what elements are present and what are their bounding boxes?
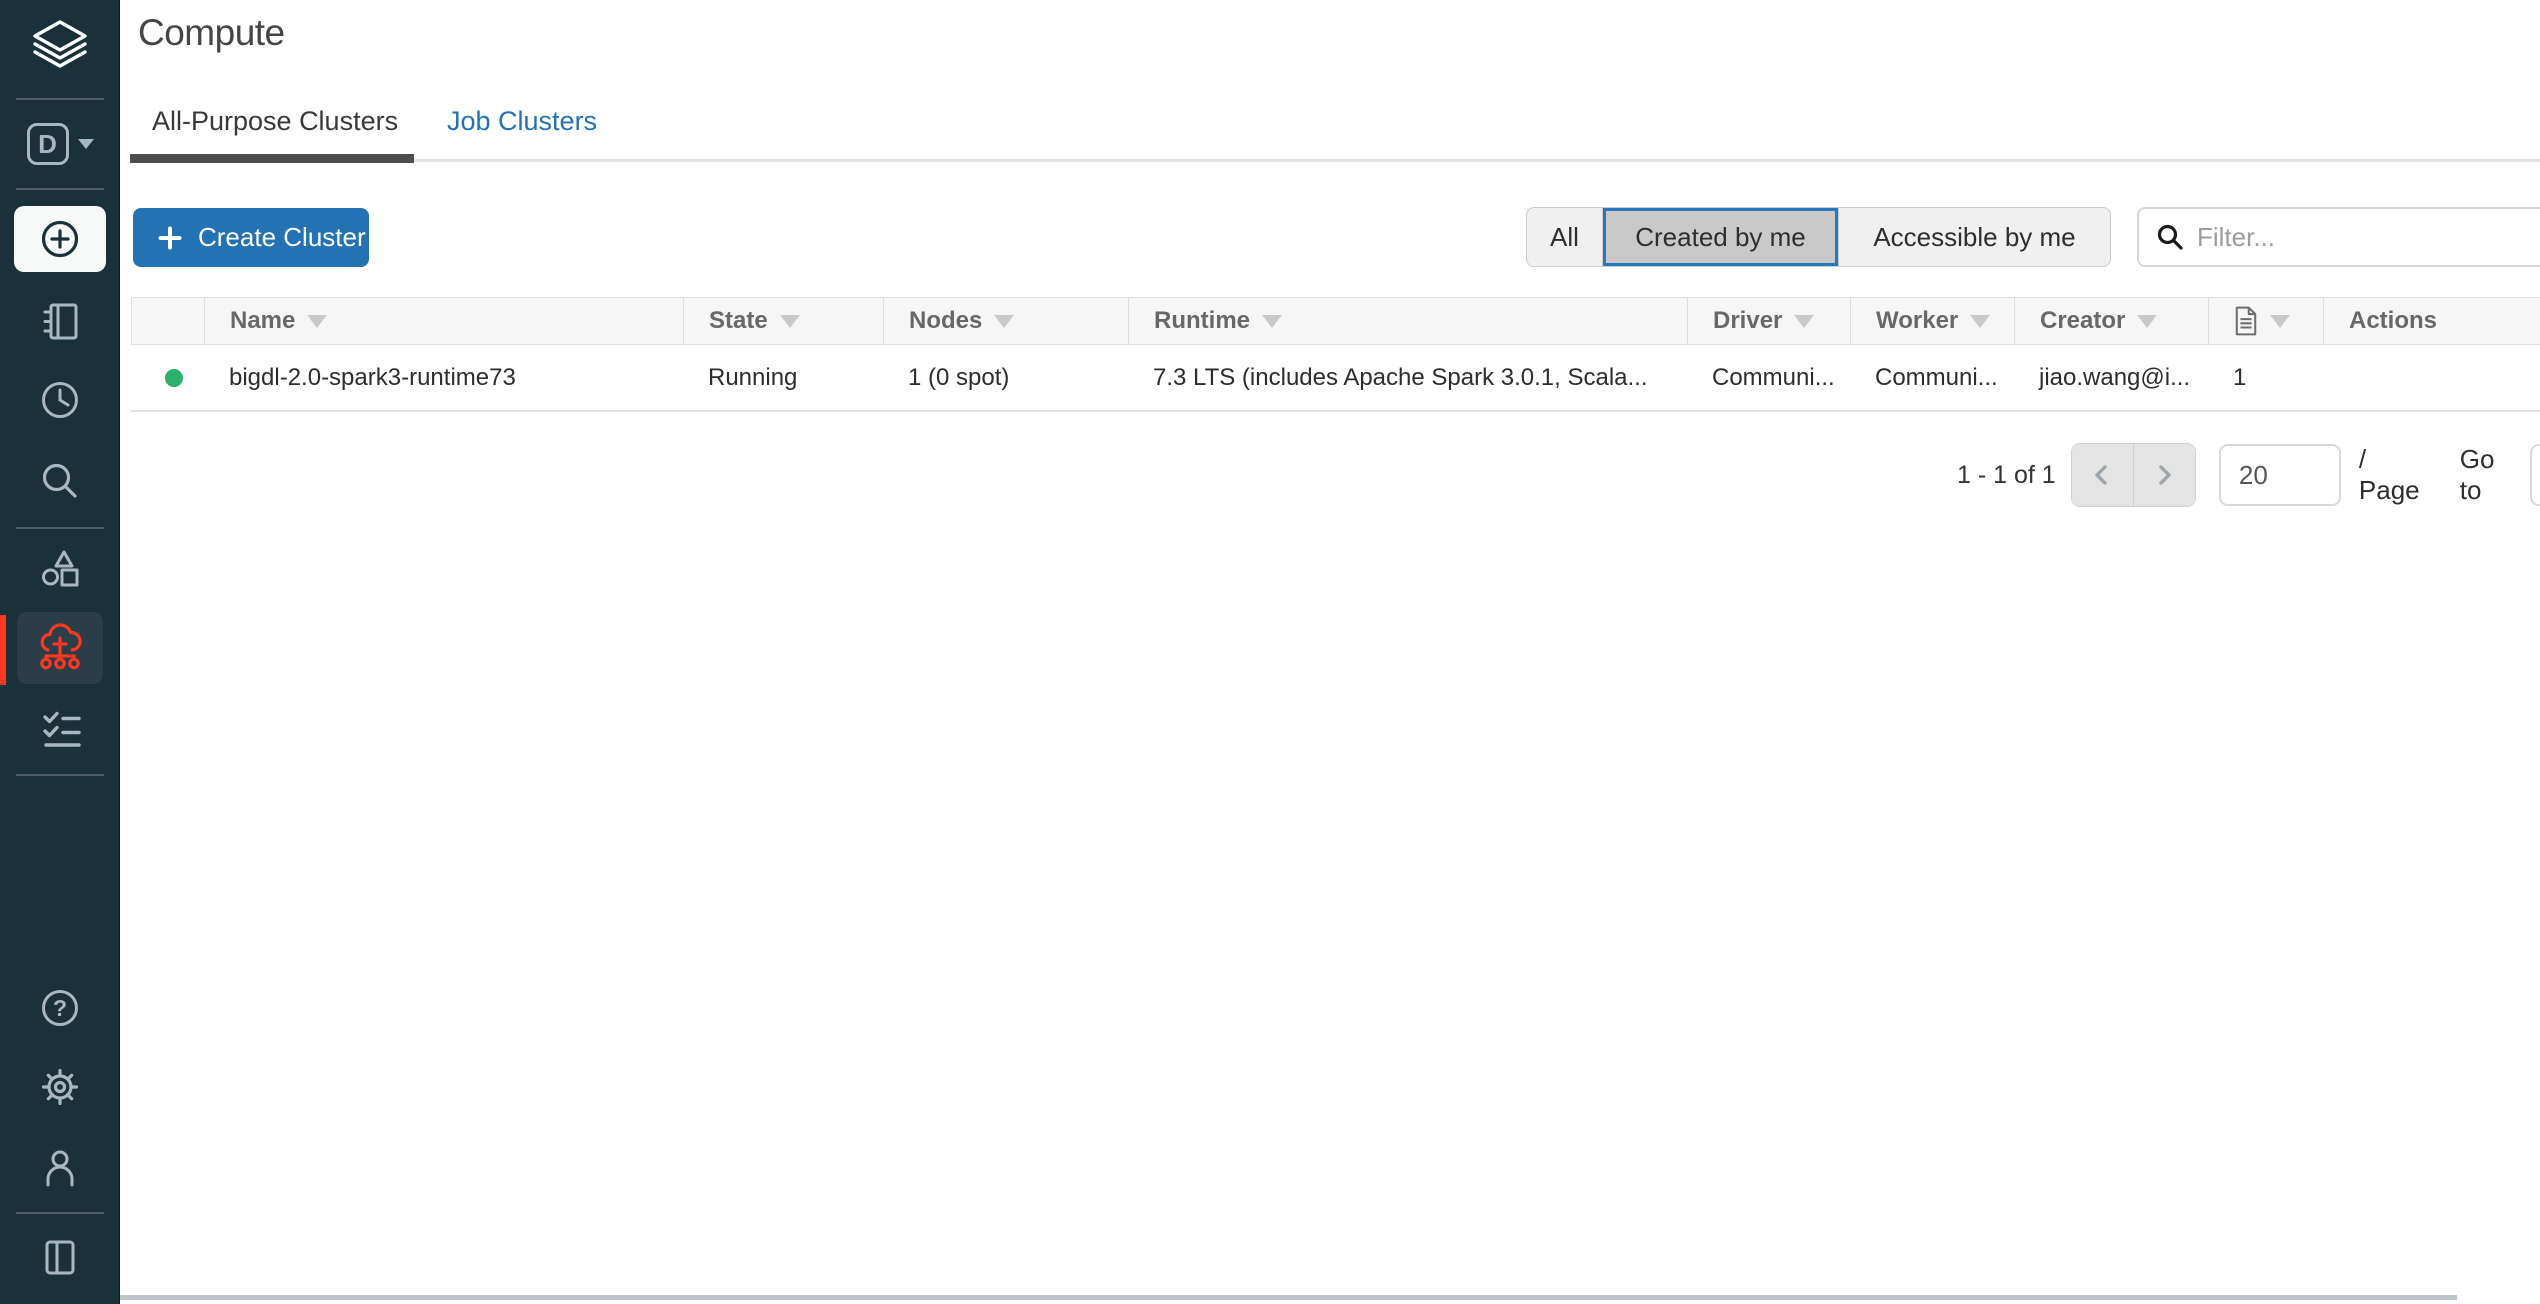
cluster-filter-group: All Created by me Accessible by me (1526, 207, 2111, 267)
filter-search-box (2137, 207, 2540, 267)
sidebar-item-recents[interactable] (0, 378, 120, 422)
goto-page-label: Go to (2460, 444, 2517, 506)
page-title: Compute (138, 12, 285, 54)
plus-icon (157, 225, 183, 251)
sort-caret-icon (780, 315, 800, 328)
sort-caret-icon (1262, 315, 1282, 328)
sidebar-item-create[interactable] (14, 206, 106, 272)
sort-caret-icon (2270, 315, 2290, 328)
cell-actions (2323, 346, 2540, 410)
workspace-icon (38, 299, 82, 343)
cell-runtime: 7.3 LTS (includes Apache Spark 3.0.1, Sc… (1128, 346, 1687, 410)
cell-cluster-name[interactable]: bigdl-2.0-spark3-runtime73 (204, 346, 683, 410)
databricks-logo-icon (30, 18, 90, 74)
compute-icon (34, 623, 86, 673)
cell-state: Running (683, 346, 883, 410)
sidebar-item-workspace[interactable] (0, 299, 120, 343)
sort-caret-icon (994, 315, 1014, 328)
cell-nodes: 1 (0 spot) (883, 346, 1128, 410)
chevron-down-icon (78, 139, 94, 149)
active-item-indicator (0, 615, 6, 685)
column-state[interactable]: State (683, 298, 883, 344)
data-icon (38, 548, 82, 592)
table-row[interactable]: bigdl-2.0-spark3-runtime73 Running 1 (0 … (131, 346, 2540, 412)
sort-caret-icon (307, 315, 327, 328)
sidebar-item-help[interactable]: ? (0, 986, 120, 1030)
filter-input[interactable] (2197, 222, 2497, 253)
column-nodes[interactable]: Nodes (883, 298, 1128, 344)
cell-worker: Communi... (1850, 346, 2014, 410)
sidebar-item-settings[interactable] (0, 1065, 120, 1109)
sort-caret-icon (1970, 315, 1990, 328)
per-page-label: / Page (2359, 444, 2426, 506)
pagination-range: 1 - 1 of 1 (1957, 461, 2061, 490)
cell-creator: jiao.wang@i... (2014, 346, 2208, 410)
sidebar-divider (16, 188, 104, 190)
pagination-nav (2071, 443, 2196, 507)
sort-caret-icon (1794, 315, 1814, 328)
compute-page: D (0, 0, 2540, 1304)
column-runtime[interactable]: Runtime (1128, 298, 1687, 344)
filter-accessible-by-me-button[interactable]: Accessible by me (1839, 208, 2110, 266)
column-creator[interactable]: Creator (2014, 298, 2208, 344)
sidebar-toggle-icon (38, 1235, 82, 1279)
sidebar-item-compute[interactable] (17, 612, 103, 684)
tab-all-purpose-clusters[interactable]: All-Purpose Clusters (152, 106, 398, 137)
sidebar-divider (16, 1212, 104, 1214)
column-name[interactable]: Name (204, 298, 683, 344)
tab-job-clusters[interactable]: Job Clusters (447, 106, 597, 137)
column-worker[interactable]: Worker (1850, 298, 2014, 344)
sidebar-divider (16, 527, 104, 529)
help-icon: ? (38, 986, 82, 1030)
svg-text:?: ? (53, 995, 67, 1021)
cell-notebooks-count: 1 (2208, 346, 2323, 410)
table-header: Name State Nodes Runtime Driver Worker C… (131, 297, 2540, 345)
column-status (131, 298, 204, 344)
sidebar-divider (16, 774, 104, 776)
cell-driver: Communi... (1687, 346, 1850, 410)
user-icon (38, 1146, 82, 1190)
create-cluster-button[interactable]: Create Cluster (133, 208, 369, 267)
chevron-right-icon (2150, 461, 2178, 489)
sidebar-item-account[interactable] (0, 1146, 120, 1190)
tabs-underline (130, 159, 2540, 162)
column-actions: Actions (2323, 298, 2540, 344)
sidebar-item-jobs[interactable] (0, 707, 120, 751)
goto-page-input[interactable] (2530, 444, 2540, 506)
filter-created-by-me-button[interactable]: Created by me (1603, 208, 1839, 266)
status-running-dot (165, 369, 183, 387)
sort-caret-icon (2137, 315, 2157, 328)
cell-status (131, 346, 204, 410)
column-notebooks[interactable] (2208, 298, 2323, 344)
sidebar-toggle[interactable] (0, 1235, 120, 1279)
workspace-letter: D (27, 123, 69, 165)
column-driver[interactable]: Driver (1687, 298, 1850, 344)
workspace-selector[interactable]: D (0, 118, 120, 170)
search-icon (2155, 222, 2185, 252)
sidebar: D (0, 0, 120, 1304)
jobs-checklist-icon (38, 707, 82, 751)
next-page-button[interactable] (2134, 444, 2195, 506)
search-icon (38, 459, 82, 503)
horizontal-scrollbar[interactable] (120, 1295, 2457, 1300)
notebook-icon (2234, 306, 2258, 336)
active-tab-indicator (130, 154, 414, 163)
page-size-input[interactable] (2219, 444, 2341, 506)
sidebar-item-search[interactable] (0, 459, 120, 503)
sidebar-item-data[interactable] (0, 548, 120, 592)
prev-page-button[interactable] (2072, 444, 2133, 506)
sidebar-divider (16, 98, 104, 100)
recents-clock-icon (38, 378, 82, 422)
databricks-logo[interactable] (0, 18, 120, 74)
filter-all-button[interactable]: All (1527, 208, 1603, 266)
chevron-left-icon (2088, 461, 2116, 489)
pagination-bar: 1 - 1 of 1 / Page Go to (1957, 443, 2540, 507)
create-plus-icon (38, 217, 82, 261)
create-cluster-label: Create Cluster (198, 222, 366, 253)
gear-icon (38, 1065, 82, 1109)
